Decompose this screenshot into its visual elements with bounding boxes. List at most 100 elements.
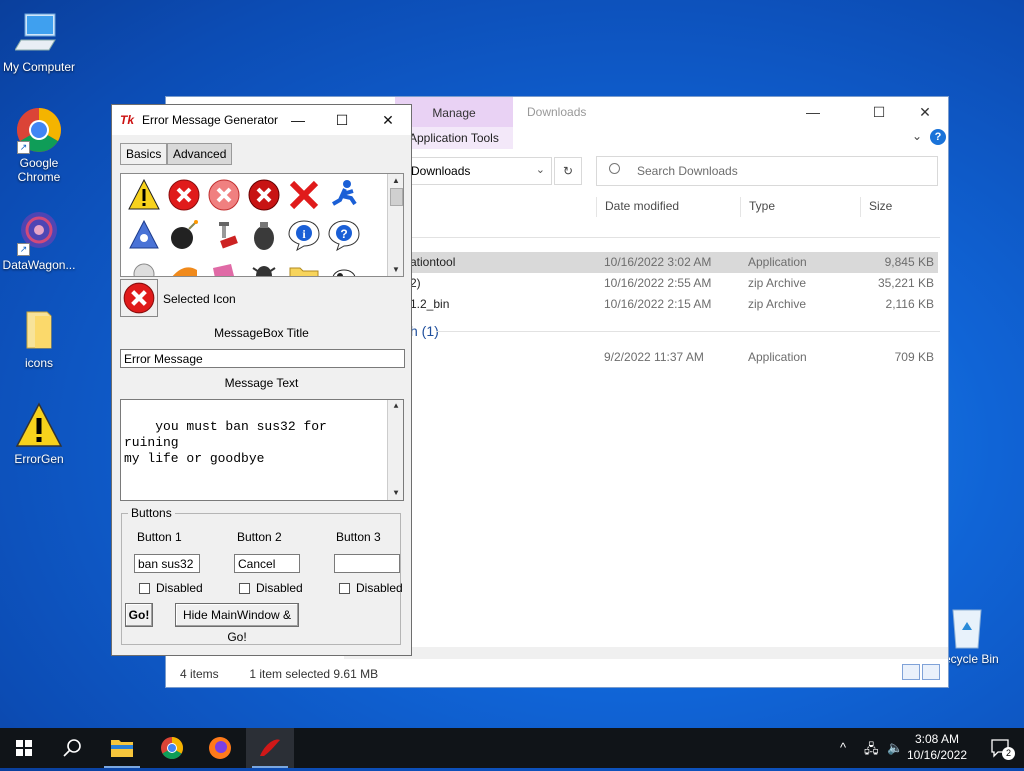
view-switcher (900, 664, 940, 683)
notification-center-button[interactable]: 2 (990, 738, 1015, 760)
computer-icon (14, 10, 63, 58)
minimize-button[interactable]: — (283, 109, 313, 131)
errorgen-titlebar[interactable]: Tk Error Message Generator — ☐ ✕ (112, 105, 411, 135)
details-view-icon[interactable] (902, 664, 920, 680)
tab-advanced[interactable]: Advanced (167, 143, 233, 165)
start-button[interactable] (0, 728, 48, 768)
button1-label: Button 1 (137, 530, 182, 544)
desktop-icon-chrome[interactable]: ↗ Google Chrome (0, 106, 78, 184)
window-title: Error Message Generator (142, 113, 279, 127)
button3-disabled-checkbox[interactable] (339, 583, 350, 594)
pink-shape-icon[interactable] (207, 258, 241, 276)
selected-icon-button[interactable] (120, 279, 158, 317)
ribbon-tab-manage[interactable]: Manage (395, 97, 513, 127)
button1-input[interactable]: ban sus32 (134, 554, 200, 573)
question-icon[interactable]: ? (327, 218, 361, 252)
column-header-size[interactable]: Size (860, 197, 942, 217)
info-icon[interactable]: i (287, 218, 321, 252)
desktop-icon-icons-folder[interactable]: icons (0, 306, 78, 370)
icon-picker-scrollbar[interactable]: ▲ ▼ (387, 174, 403, 276)
volume-icon[interactable]: 🔈 (887, 740, 903, 756)
file-row[interactable]: 9/2/2022 11:37 AM Application 709 KB (394, 347, 938, 368)
grenade-icon[interactable] (247, 218, 281, 252)
search-placeholder: Search Downloads (637, 164, 738, 178)
scroll-thumb[interactable] (390, 188, 403, 206)
desktop-icon-errorgen[interactable]: ErrorGen (0, 402, 78, 466)
error-icon (123, 282, 155, 314)
chevron-down-icon[interactable]: ⌄ (536, 163, 545, 176)
search-icon (63, 739, 81, 757)
folder-icon[interactable] (287, 258, 321, 276)
file-row[interactable]: 2) 10/16/2022 2:55 AM zip Archive 35,221… (394, 273, 938, 294)
chevron-down-icon[interactable]: ⌄ (912, 129, 922, 143)
large-icons-view-icon[interactable] (922, 664, 940, 680)
icon-picker[interactable]: i ? ▲ ▼ (120, 173, 404, 277)
file-type: zip Archive (748, 276, 807, 290)
blue-pyramid-icon[interactable] (127, 218, 161, 252)
search-button[interactable] (48, 728, 96, 768)
ribbon-tab-application-tools[interactable]: Application Tools (395, 127, 513, 149)
desktop-icon-my-computer[interactable]: My Computer (0, 10, 78, 74)
button2-disabled-checkbox[interactable] (239, 583, 250, 594)
button1-disabled-checkbox[interactable] (139, 583, 150, 594)
warning-icon[interactable] (127, 178, 161, 212)
disabled-label: Disabled (356, 581, 403, 595)
scroll-up-icon[interactable]: ▲ (388, 400, 403, 413)
maximize-button[interactable]: ☐ (327, 109, 357, 131)
message-text-area[interactable]: you must ban sus32 for ruining my life o… (120, 399, 404, 501)
bomb-icon[interactable] (167, 218, 201, 252)
button3-input[interactable] (334, 554, 400, 573)
sphere-icon[interactable] (127, 258, 161, 276)
refresh-button[interactable]: ↻ (554, 157, 582, 185)
plunger-icon[interactable] (207, 218, 241, 252)
messagebox-title-input[interactable]: Error Message (120, 349, 405, 368)
column-header-date[interactable]: Date modified (596, 197, 738, 217)
error-generator-window[interactable]: Tk Error Message Generator — ☐ ✕ Basics … (111, 104, 412, 656)
go-button[interactable]: Go! (125, 603, 153, 627)
horizontal-scrollbar[interactable] (344, 647, 948, 659)
cow-icon[interactable] (327, 258, 361, 276)
error-dark-icon[interactable] (247, 178, 281, 212)
orange-shape-icon[interactable] (167, 258, 201, 276)
taskbar-tk-app[interactable] (246, 728, 294, 768)
chevron-up-icon[interactable]: ^ (840, 740, 846, 755)
hide-and-go-button[interactable]: Hide MainWindow & Go! (175, 603, 299, 644)
network-icon[interactable]: 🖧 (864, 740, 879, 762)
message-text-scrollbar[interactable]: ▲ ▼ (387, 400, 403, 500)
error-faded-icon[interactable] (207, 178, 241, 212)
error-icon[interactable] (167, 178, 201, 212)
file-row[interactable]: 1.2_bin 10/16/2022 2:15 AM zip Archive 2… (394, 294, 938, 315)
column-header-type[interactable]: Type (740, 197, 860, 217)
folder-icon (111, 740, 133, 757)
close-button[interactable]: ✕ (910, 101, 940, 123)
taskbar: ^ 🖧 🔈 3:08 AM 10/16/2022 2 (0, 728, 1024, 768)
maximize-button[interactable]: ☐ (864, 101, 894, 123)
minimize-button[interactable]: — (798, 101, 828, 123)
taskbar-firefox[interactable] (196, 728, 244, 768)
scroll-down-icon[interactable]: ▼ (388, 487, 403, 500)
bug-icon[interactable] (247, 258, 281, 276)
desktop-icon-label: DataWagon... (2, 258, 76, 272)
scroll-up-icon[interactable]: ▲ (388, 174, 403, 187)
file-type: zip Archive (748, 297, 807, 311)
messagebox-title-label: MessageBox Title (214, 326, 309, 340)
shortcut-arrow-icon: ↗ (17, 141, 30, 154)
taskbar-chrome[interactable] (148, 728, 196, 768)
group-header[interactable]: h (1) (410, 323, 439, 339)
system-clock[interactable]: 3:08 AM 10/16/2022 (902, 731, 972, 763)
message-text-label: Message Text (224, 376, 299, 390)
file-row[interactable]: ationtool 10/16/2022 3:02 AM Application… (394, 252, 938, 273)
search-box[interactable]: Search Downloads (596, 156, 938, 186)
running-man-icon[interactable] (327, 178, 361, 212)
red-x-icon[interactable] (287, 178, 321, 212)
taskbar-file-explorer[interactable] (98, 728, 146, 768)
scroll-down-icon[interactable]: ▼ (388, 263, 403, 276)
button2-input[interactable]: Cancel (234, 554, 300, 573)
address-bar[interactable]: Downloads ⌄ (396, 157, 552, 185)
tab-basics[interactable]: Basics (120, 143, 168, 165)
folder-icon (15, 306, 63, 354)
disabled-label: Disabled (256, 581, 303, 595)
desktop-icon-datawagon[interactable]: ↗ DataWagon... (0, 208, 78, 272)
help-icon[interactable]: ? (930, 129, 946, 145)
close-button[interactable]: ✕ (373, 109, 403, 131)
